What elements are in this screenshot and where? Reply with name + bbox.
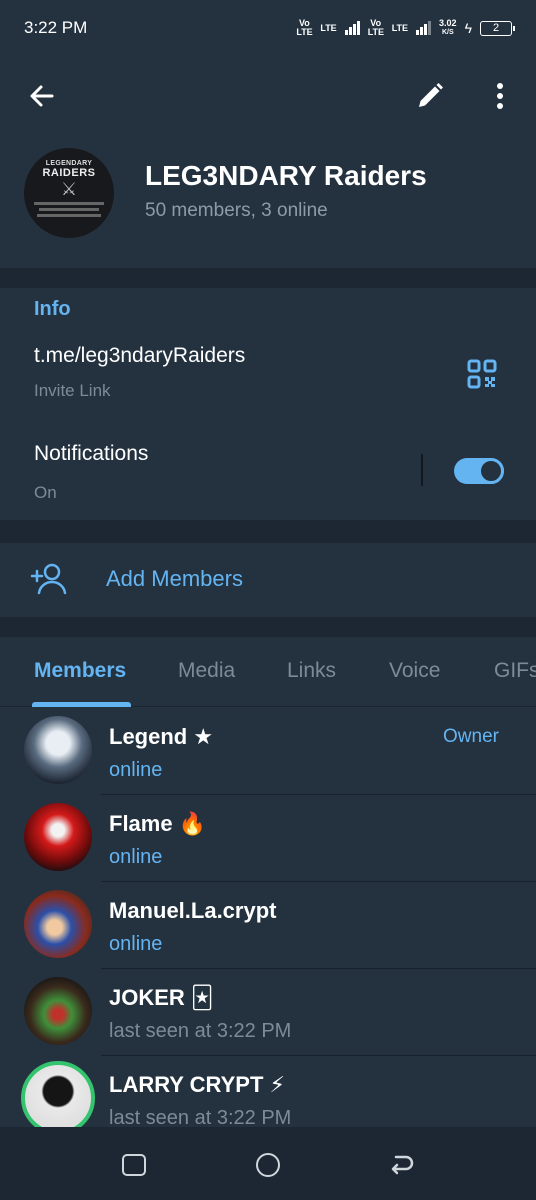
notifications-label[interactable]: Notifications [34,442,148,466]
signal-icon-2 [416,21,432,35]
avatar-logo-text-2: RAIDERS [42,167,96,179]
group-name: LEG3NDARY Raiders [145,160,427,191]
tab-members[interactable]: Members [34,659,126,683]
tab-media[interactable]: Media [178,659,235,683]
avatar [24,716,92,784]
avatar [24,890,92,958]
shared-media-tabs: Members Media Links Voice GIFs [0,637,536,707]
qr-code-icon [467,359,497,389]
status-time: 3:22 PM [24,18,88,37]
info-section-title: Info [34,298,71,320]
notifications-value: On [34,483,57,502]
profile-header: LEGENDARY RAIDERS ⚔ LEG3NDARY Raiders 50… [0,56,536,268]
member-row[interactable]: Manuel.La.crypt online [0,882,536,969]
group-member-count: 50 members, 3 online [145,200,328,221]
avatar-decoration [39,208,99,211]
member-role: Owner [443,726,499,747]
member-status: online [109,933,163,955]
avatar [21,1061,95,1127]
avatar [24,803,92,871]
network-type-2: LTE [320,22,337,33]
crossed-swords-icon: ⚔ [60,179,78,199]
members-section: Members Media Links Voice GIFs Legend ★ … [0,637,536,1127]
qr-code-button[interactable] [466,358,498,390]
tab-voice[interactable]: Voice [389,659,440,683]
member-status: last seen at 3:22 PM [109,1020,292,1042]
member-status: online [109,759,163,781]
more-options-button[interactable] [486,80,514,112]
invite-link[interactable]: t.me/leg3ndaryRaiders [34,344,245,368]
toggle-knob [478,458,504,484]
tab-gifs[interactable]: GIFs [494,659,536,683]
divider [421,454,423,486]
add-members-row[interactable]: Add Members [0,543,536,617]
group-avatar[interactable]: LEGENDARY RAIDERS ⚔ [24,148,114,238]
invite-link-caption: Invite Link [34,381,111,400]
member-row[interactable]: JOKER 🃏 last seen at 3:22 PM [0,969,536,1056]
member-row[interactable]: Flame 🔥 online [0,795,536,882]
network-type-3: Vo LTE [367,18,385,37]
active-tab-indicator [32,702,131,707]
member-name: Flame 🔥 [109,811,207,836]
avatar-logo-text: LEGENDARY [45,160,93,167]
more-vertical-icon [497,83,503,109]
member-name: Legend ★ [109,724,214,749]
battery-icon: 2 [480,20,515,36]
status-bar: 3:22 PM Vo LTE LTE Vo LTE LTE 3.02 K/S ϟ… [0,0,536,56]
info-section: Info t.me/leg3ndaryRaiders Invite Link N… [0,288,536,520]
member-status: online [109,846,163,868]
member-name: JOKER 🃏 [109,985,214,1010]
battery-level: 2 [492,22,500,34]
back-button[interactable] [26,80,58,112]
network-type-4: LTE [391,22,409,33]
edit-button[interactable] [414,80,446,112]
arrow-left-icon [30,85,54,107]
notifications-toggle[interactable] [454,458,504,484]
member-row[interactable]: Legend ★ online Owner [0,708,536,795]
pencil-icon [419,83,443,107]
add-members-label: Add Members [106,566,243,591]
member-name: LARRY CRYPT ⚡ [109,1072,285,1097]
avatar-decoration [34,202,104,205]
member-row[interactable]: LARRY CRYPT ⚡ last seen at 3:22 PM [0,1056,536,1127]
add-user-icon [30,563,67,595]
signal-icon [344,21,360,35]
back-navigation-icon[interactable] [388,1151,416,1179]
avatar [24,977,92,1045]
charging-icon: ϟ [464,20,472,36]
network-type-1: Vo LTE [296,18,313,37]
member-status: last seen at 3:22 PM [109,1107,292,1127]
recent-apps-icon[interactable] [122,1154,146,1176]
status-indicators: Vo LTE LTE Vo LTE LTE 3.02 K/S ϟ 2 [296,18,515,37]
system-navigation-bar [0,1127,536,1200]
avatar-decoration [37,214,101,217]
home-icon[interactable] [256,1153,280,1177]
network-speed: 3.02 K/S [439,18,457,37]
tab-links[interactable]: Links [287,659,336,683]
member-name: Manuel.La.crypt [109,898,277,923]
